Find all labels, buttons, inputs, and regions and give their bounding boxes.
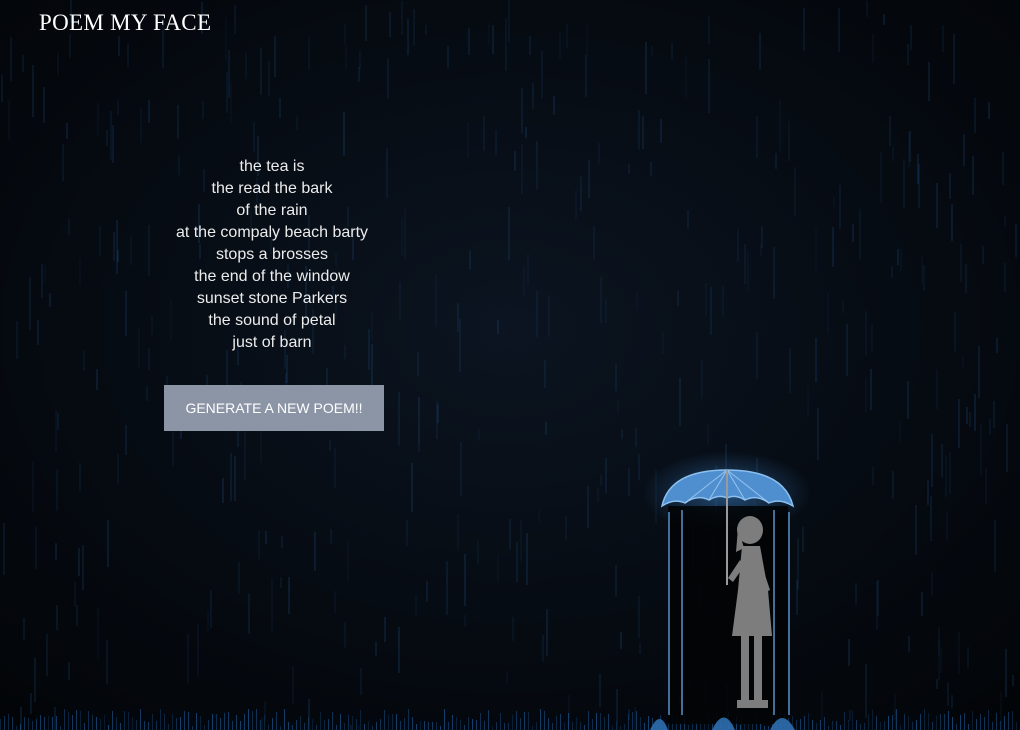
poem-text: the tea is the read the bark of the rain…	[150, 156, 394, 354]
generate-poem-button[interactable]: GENERATE A NEW POEM!!	[164, 385, 384, 431]
poem-line: just of barn	[232, 334, 312, 351]
poem-line: the sound of petal	[208, 312, 336, 329]
poem-line: at the compaly beach barty	[175, 224, 369, 241]
poem-line: sunset stone Parkers	[196, 290, 348, 307]
poem-line: the end of the window	[194, 268, 350, 285]
poem-line: of the rain	[236, 202, 308, 219]
poem-line: stops a brosses	[215, 246, 329, 263]
poem-line: the read the bark	[211, 180, 333, 197]
poem-line: the tea is	[239, 158, 305, 175]
umbrella-girl-illustration	[642, 451, 812, 730]
site-title: POEM MY FACE	[39, 10, 212, 35]
